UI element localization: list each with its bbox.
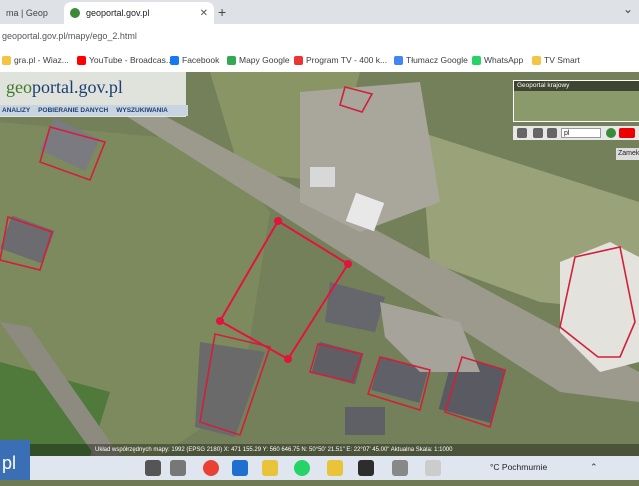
bookmark-item[interactable]: Facebook <box>170 55 219 65</box>
calculator-icon[interactable] <box>170 460 186 476</box>
facebook-icon <box>170 55 179 65</box>
tab-search-button[interactable]: ⌄ <box>623 2 633 16</box>
language-select[interactable]: pl <box>561 128 601 138</box>
app-icon[interactable] <box>358 460 374 476</box>
close-panel-button[interactable]: Zamek <box>616 148 639 160</box>
measure-icon[interactable] <box>547 128 557 138</box>
browser-tab-bar: ma | Geop geoportal.gov.pl ✕ + ⌄ <box>0 0 639 24</box>
folder-icon <box>2 55 11 65</box>
translate-icon <box>394 55 403 65</box>
folder-icon[interactable] <box>327 460 343 476</box>
youtube-icon <box>77 55 86 65</box>
menu-wyszukiwania[interactable]: WYSZUKIWANIA <box>116 105 168 116</box>
house-roof <box>345 407 385 435</box>
logo-domain-text: portal.gov.pl <box>32 77 123 97</box>
bookmark-item[interactable]: Mapy Google <box>227 55 290 65</box>
bookmark-label: YouTube - Broadcas... <box>89 55 173 65</box>
geoportal-menu: ANALIZY POBIERANIE DANYCH WYSZUKIWANIA <box>0 105 188 116</box>
geoportal-header: geoportal.gov.pl ANALIZY POBIERANIE DANY… <box>0 72 188 117</box>
tv-icon <box>294 55 303 65</box>
weather-widget[interactable]: °C Pochmurnie <box>490 462 547 472</box>
whatsapp-icon <box>472 55 481 65</box>
word-icon[interactable] <box>232 460 248 476</box>
maps-icon <box>227 55 236 65</box>
bookmark-label: TV Smart <box>544 55 580 65</box>
tv-smart-icon <box>532 55 541 65</box>
whatsapp-icon[interactable] <box>294 460 310 476</box>
url-text[interactable]: geoportal.gov.pl/mapy/ego_2.html <box>2 31 137 41</box>
bookmark-item[interactable]: WhatsApp <box>472 55 523 65</box>
document-icon[interactable] <box>425 460 441 476</box>
bookmark-item[interactable]: Program TV - 400 k... <box>294 55 387 65</box>
language-indicator[interactable]: pl <box>0 440 30 480</box>
bookmark-label: gra.pl - Wiaz... <box>14 55 69 65</box>
bookmark-label: WhatsApp <box>484 55 524 65</box>
bookmark-label: Facebook <box>182 55 220 65</box>
logo-geo-text: geo <box>6 77 32 97</box>
geoportal-logo[interactable]: geoportal.gov.pl <box>6 77 123 98</box>
phone-icon[interactable] <box>145 460 161 476</box>
youtube-icon[interactable] <box>619 128 635 138</box>
address-bar[interactable]: geoportal.gov.pl/mapy/ego_2.html <box>0 24 639 50</box>
system-tray-chevron-icon[interactable]: ⌃ <box>590 462 598 473</box>
close-tab-icon[interactable]: ✕ <box>200 8 208 19</box>
location-icon[interactable] <box>606 128 616 138</box>
map-toolbar: pl <box>513 126 639 140</box>
tab-inactive-title: ma | Geop <box>6 8 48 18</box>
bookmark-item[interactable]: YouTube - Broadcas... <box>77 55 173 65</box>
tab-active-title: geoportal.gov.pl <box>86 8 150 18</box>
map-status-bar: Układ współrzędnych mapy: 1992 (EPSG 218… <box>0 444 639 456</box>
bookmark-label: Tłumacz Google <box>406 55 468 65</box>
building-roof <box>310 167 335 187</box>
new-tab-button[interactable]: + <box>218 4 226 20</box>
bookmark-item[interactable]: TV Smart <box>532 55 580 65</box>
bookmark-item[interactable]: gra.pl - Wiaz... <box>2 55 69 65</box>
print-icon[interactable] <box>533 128 543 138</box>
bookmark-label: Mapy Google <box>239 55 290 65</box>
bookmarks-bar: gra.pl - Wiaz... YouTube - Broadcas... Fac… <box>0 50 639 73</box>
tab-active[interactable]: geoportal.gov.pl ✕ <box>64 2 214 24</box>
bookmark-item[interactable]: Tłumacz Google <box>394 55 468 65</box>
geoportal-favicon-icon <box>70 8 80 18</box>
menu-pobieranie-danych[interactable]: POBIERANIE DANYCH <box>38 105 108 116</box>
bookmark-label: Program TV - 400 k... <box>306 55 388 65</box>
file-explorer-icon[interactable] <box>262 460 278 476</box>
overview-map[interactable]: Geoportal krajowy <box>513 80 639 122</box>
overview-map-caption: Geoportal krajowy <box>514 81 639 91</box>
settings-icon[interactable] <box>392 460 408 476</box>
chrome-icon[interactable] <box>203 460 219 476</box>
layers-icon[interactable] <box>517 128 527 138</box>
menu-analizy[interactable]: ANALIZY <box>2 105 30 116</box>
tab-inactive[interactable]: ma | Geop <box>0 2 60 24</box>
